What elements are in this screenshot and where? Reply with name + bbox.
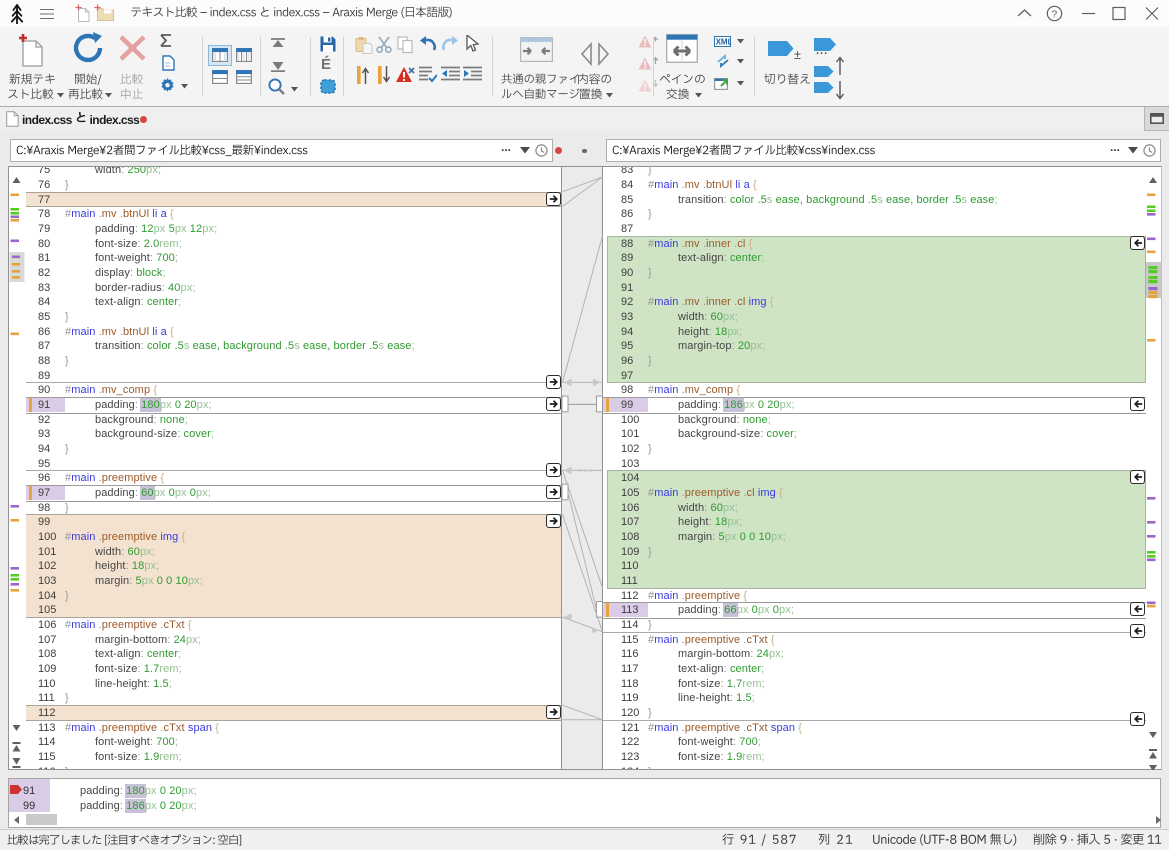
svg-text:XML: XML — [716, 37, 731, 46]
svg-text:?: ? — [1051, 8, 1057, 20]
